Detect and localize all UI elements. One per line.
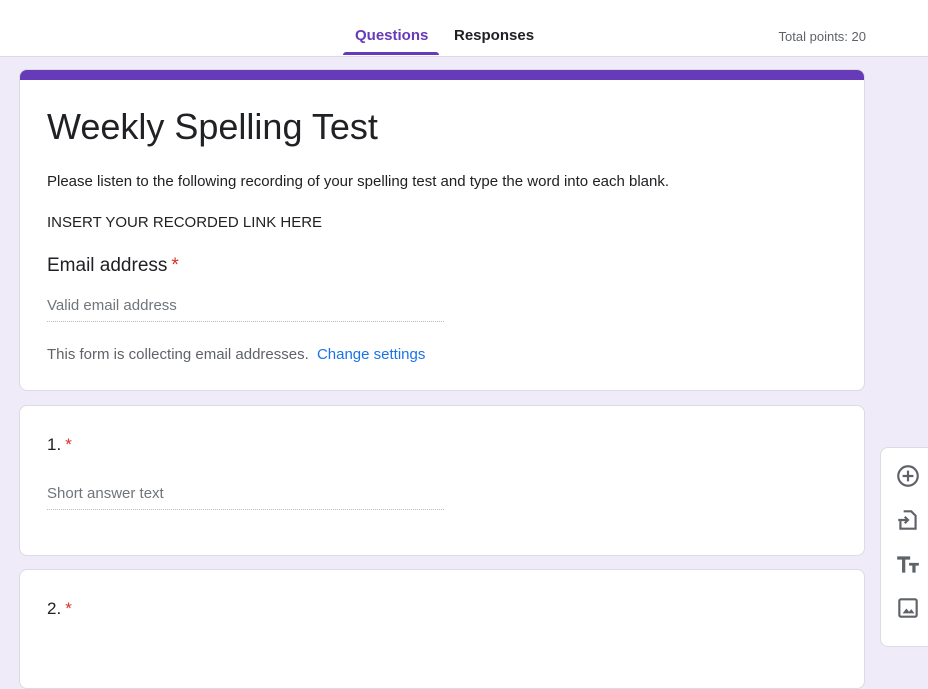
tab-responses[interactable]: Responses <box>454 27 534 44</box>
floating-toolbar <box>880 447 928 647</box>
add-image-icon[interactable] <box>895 595 921 621</box>
add-question-icon[interactable] <box>895 463 921 489</box>
required-asterisk: * <box>65 599 72 618</box>
email-question-title: Email address * <box>47 255 179 277</box>
tab-questions[interactable]: Questions <box>355 27 428 44</box>
required-asterisk: * <box>65 435 72 454</box>
question-number: 2. <box>47 599 62 618</box>
total-points: Total points: 20 <box>778 29 866 44</box>
required-asterisk: * <box>171 255 179 276</box>
add-title-icon[interactable] <box>895 551 921 577</box>
email-label: Email address <box>47 255 168 276</box>
active-tab-indicator <box>343 52 439 55</box>
import-questions-icon[interactable] <box>895 507 921 533</box>
question-title-2: 2. * <box>47 599 72 619</box>
email-field[interactable]: Valid email address <box>47 297 444 322</box>
short-answer-field[interactable]: Short answer text <box>47 485 444 510</box>
question-card-2[interactable]: 2. * <box>19 569 865 689</box>
email-note-text: This form is collecting email addresses. <box>47 346 309 363</box>
header-accent-stripe <box>20 70 864 80</box>
question-card-1[interactable]: 1. * Short answer text <box>19 405 865 556</box>
form-header-card: Weekly Spelling Test Please listen to th… <box>19 69 865 391</box>
form-title[interactable]: Weekly Spelling Test <box>47 106 378 148</box>
form-description[interactable]: Please listen to the following recording… <box>47 173 669 190</box>
top-bar: Questions Responses Total points: 20 <box>0 0 928 57</box>
question-title-1: 1. * <box>47 435 72 455</box>
form-description-link-line[interactable]: INSERT YOUR RECORDED LINK HERE <box>47 214 322 231</box>
change-settings-link[interactable]: Change settings <box>317 346 425 363</box>
email-collection-note: This form is collecting email addresses.… <box>47 346 425 363</box>
question-number: 1. <box>47 435 62 454</box>
